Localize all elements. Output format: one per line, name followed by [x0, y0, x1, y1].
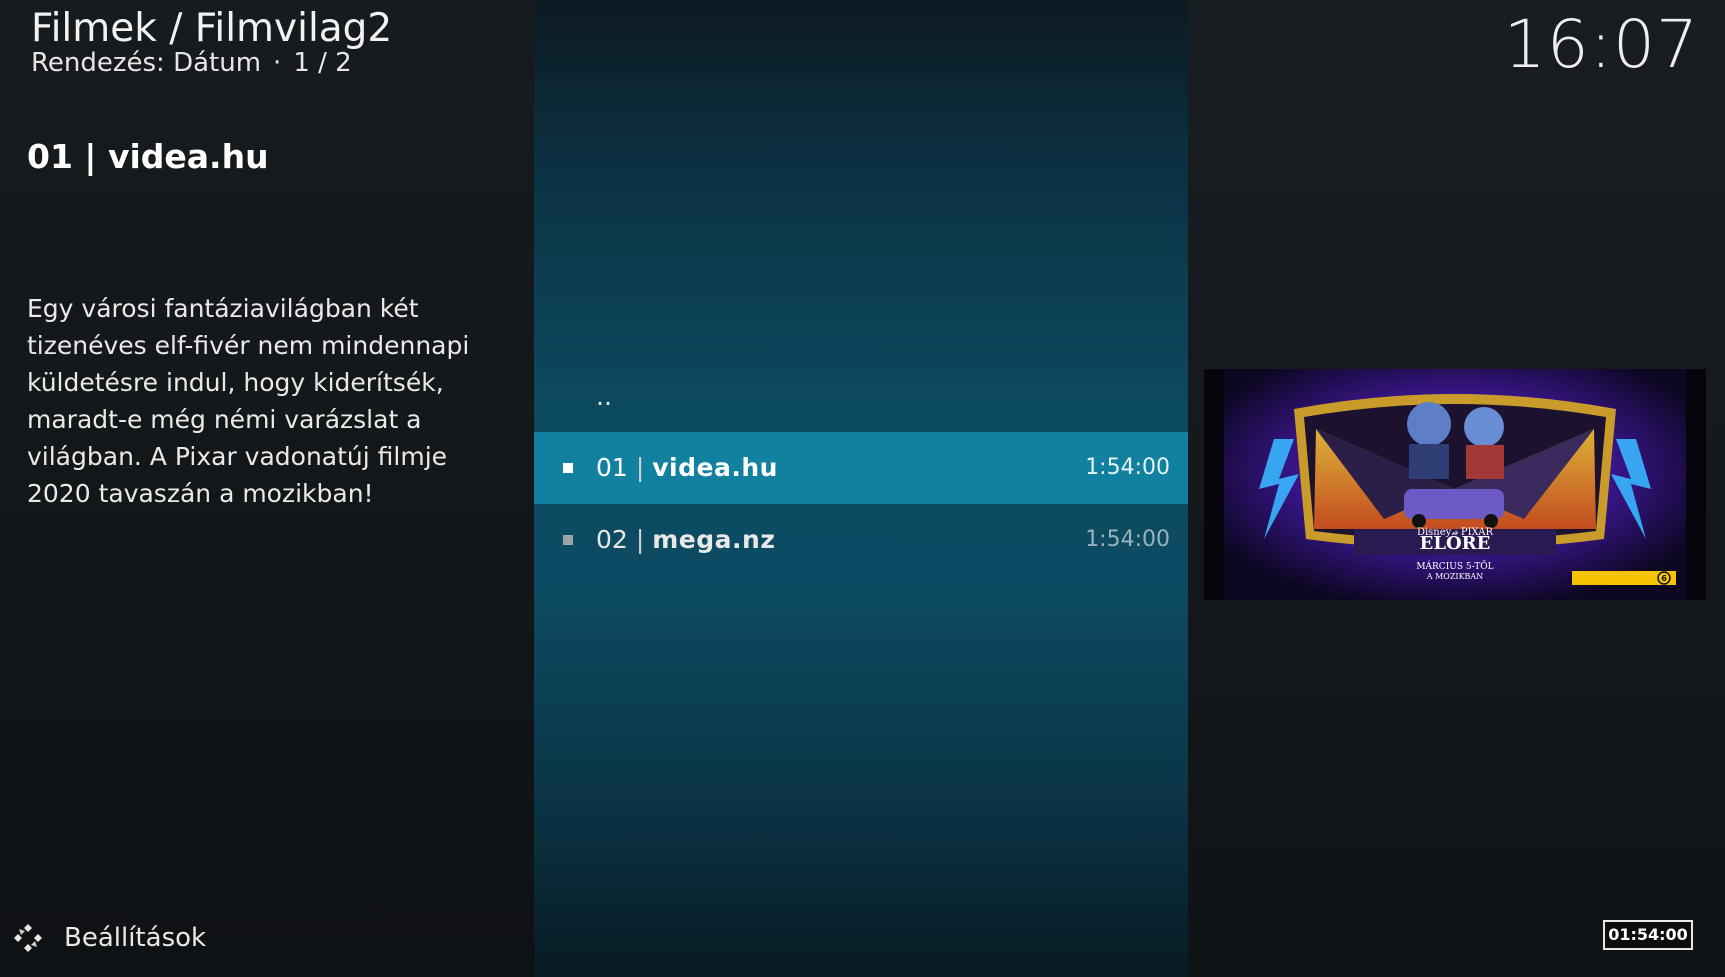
- sort-info: Rendezés: Dátum · 1 / 2: [31, 47, 352, 79]
- poster-rating: 6: [1661, 574, 1667, 583]
- poster-title: ELŐRE: [1420, 531, 1491, 554]
- parent-folder-label: ..: [596, 382, 612, 411]
- bullet-icon: [563, 535, 573, 545]
- list-item-label: 02 | mega.nz: [596, 504, 775, 576]
- settings-label: Beállítások: [64, 923, 207, 953]
- duration-badge: 01:54:00: [1603, 920, 1693, 950]
- page-title: Filmek / Filmvilag2: [31, 6, 393, 51]
- separator-dot: ·: [273, 48, 282, 78]
- item-duration: 1:54:00: [1085, 455, 1170, 480]
- item-number: 02: [596, 525, 628, 554]
- list-item-label: 01 | videa.hu: [596, 432, 778, 504]
- bullet-icon: [563, 463, 573, 473]
- info-plot: Egy városi fantáziavilágban két tizenéve…: [27, 294, 470, 508]
- item-number: 01: [596, 453, 628, 482]
- item-separator: |: [635, 453, 645, 482]
- poster-artwork: Disney · PIXAR ELŐRE MÁRCIUS 5-TŐL A MOZ…: [1204, 369, 1706, 600]
- item-name: mega.nz: [652, 525, 776, 554]
- sort-label[interactable]: Rendezés: Dátum: [31, 48, 261, 78]
- movie-poster: Disney · PIXAR ELŐRE MÁRCIUS 5-TŐL A MOZ…: [1204, 369, 1706, 600]
- list-item-mega[interactable]: 02 | mega.nz 1:54:00: [534, 504, 1188, 576]
- page-indicator: 1 / 2: [293, 48, 352, 78]
- settings-icon: [14, 924, 42, 952]
- list-item-videa[interactable]: 01 | videa.hu 1:54:00: [534, 432, 1188, 504]
- item-name: videa.hu: [652, 453, 778, 482]
- media-list: .. 01 | videa.hu 1:54:00 02 | mega.nz 1:54:0…: [534, 362, 1188, 576]
- poster-tagline-2: A MOZIKBAN: [1426, 572, 1483, 581]
- item-duration: 1:54:00: [1085, 527, 1170, 552]
- item-separator: |: [635, 525, 645, 554]
- settings-button[interactable]: Beállítások: [12, 918, 206, 958]
- clock: 16:07: [1503, 6, 1699, 83]
- info-title: 01 | videa.hu: [27, 137, 269, 176]
- parent-folder-item[interactable]: ..: [534, 362, 1188, 432]
